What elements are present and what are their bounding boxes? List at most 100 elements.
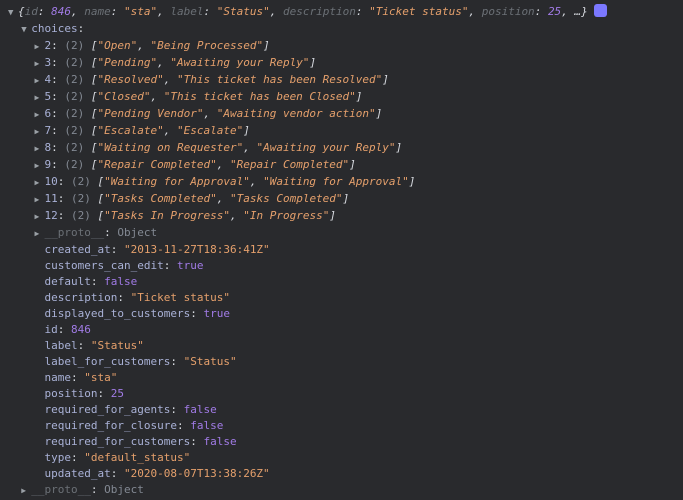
property-value: false xyxy=(104,275,137,288)
summary-position: 25 xyxy=(548,5,561,18)
property-row[interactable]: label: "Status" xyxy=(0,338,683,354)
proto-value: Object xyxy=(104,483,144,496)
property-value: true xyxy=(203,307,230,320)
property-key: displayed_to_customers xyxy=(45,307,191,320)
choice-row[interactable]: 11: (2) ["Tasks Completed", "Tasks Compl… xyxy=(0,191,683,208)
property-key: position xyxy=(45,387,98,400)
property-key: id xyxy=(45,323,58,336)
choice-row[interactable]: 10: (2) ["Waiting for Approval", "Waitin… xyxy=(0,174,683,191)
toggle-icon[interactable] xyxy=(21,21,31,38)
property-row[interactable]: id: 846 xyxy=(0,322,683,338)
property-row[interactable]: updated_at: "2020-08-07T13:38:26Z" xyxy=(0,466,683,482)
property-key: label xyxy=(45,339,78,352)
property-value: "default_status" xyxy=(84,451,190,464)
toggle-icon xyxy=(35,418,45,434)
property-key: default xyxy=(45,275,91,288)
toggle-icon xyxy=(35,274,45,290)
choice-row[interactable]: 5: (2) ["Closed", "This ticket has been … xyxy=(0,89,683,106)
choice-index: 12 xyxy=(45,209,58,222)
property-key: created_at xyxy=(45,243,111,256)
property-value: "sta" xyxy=(84,371,117,384)
property-key: description xyxy=(45,291,118,304)
property-value: "Status" xyxy=(184,355,237,368)
toggle-icon[interactable] xyxy=(35,89,45,106)
property-key: required_for_closure xyxy=(45,419,177,432)
choices-key[interactable]: choices: xyxy=(0,21,683,38)
choice-row[interactable]: 3: (2) ["Pending", "Awaiting your Reply"… xyxy=(0,55,683,72)
choice-row[interactable]: 4: (2) ["Resolved", "This ticket has bee… xyxy=(0,72,683,89)
toggle-icon xyxy=(35,466,45,482)
property-row[interactable]: label_for_customers: "Status" xyxy=(0,354,683,370)
toggle-icon xyxy=(35,322,45,338)
toggle-icon xyxy=(35,402,45,418)
property-value: false xyxy=(184,403,217,416)
property-key: customers_can_edit xyxy=(45,259,164,272)
choice-row[interactable]: 12: (2) ["Tasks In Progress", "In Progre… xyxy=(0,208,683,225)
choice-index: 11 xyxy=(45,192,58,205)
property-key: updated_at xyxy=(45,467,111,480)
summary-label: Status xyxy=(223,5,263,18)
object-summary[interactable]: {id: 846, name: "sta", label: "Status", … xyxy=(0,4,683,21)
proto-row[interactable]: __proto__: Object xyxy=(0,225,683,242)
property-row[interactable]: required_for_customers: false xyxy=(0,434,683,450)
choice-row[interactable]: 6: (2) ["Pending Vendor", "Awaiting vend… xyxy=(0,106,683,123)
property-row[interactable]: name: "sta" xyxy=(0,370,683,386)
property-value: 25 xyxy=(111,387,124,400)
toggle-icon xyxy=(35,338,45,354)
choice-row[interactable]: 9: (2) ["Repair Completed", "Repair Comp… xyxy=(0,157,683,174)
property-row[interactable]: required_for_agents: false xyxy=(0,402,683,418)
toggle-icon xyxy=(35,306,45,322)
toggle-icon[interactable] xyxy=(35,123,45,140)
property-row[interactable]: position: 25 xyxy=(0,386,683,402)
toggle-icon xyxy=(35,434,45,450)
property-value: 846 xyxy=(71,323,91,336)
choice-row[interactable]: 2: (2) ["Open", "Being Processed"] xyxy=(0,38,683,55)
property-value: "2013-11-27T18:36:41Z" xyxy=(124,243,270,256)
property-key: required_for_agents xyxy=(45,403,171,416)
property-value: false xyxy=(203,435,236,448)
toggle-icon[interactable] xyxy=(35,157,45,174)
proto-value: Object xyxy=(117,226,157,239)
choice-row[interactable]: 8: (2) ["Waiting on Requester", "Awaitin… xyxy=(0,140,683,157)
toggle-icon xyxy=(35,242,45,258)
summary-description: Ticket status xyxy=(376,5,462,18)
toggle-icon xyxy=(35,450,45,466)
object-badge-icon[interactable] xyxy=(594,4,607,17)
proto-row[interactable]: __proto__: Object xyxy=(0,482,683,499)
property-key: label_for_customers xyxy=(45,355,171,368)
toggle-icon[interactable] xyxy=(35,191,45,208)
toggle-icon xyxy=(35,354,45,370)
property-key: type xyxy=(45,451,72,464)
toggle-icon[interactable] xyxy=(35,55,45,72)
toggle-icon xyxy=(35,370,45,386)
summary-id: 846 xyxy=(51,5,71,18)
property-row[interactable]: required_for_closure: false xyxy=(0,418,683,434)
property-value: "2020-08-07T13:38:26Z" xyxy=(124,467,270,480)
toggle-icon[interactable] xyxy=(8,4,18,21)
property-row[interactable]: created_at: "2013-11-27T18:36:41Z" xyxy=(0,242,683,258)
property-value: "Ticket status" xyxy=(131,291,230,304)
property-row[interactable]: type: "default_status" xyxy=(0,450,683,466)
property-row[interactable]: customers_can_edit: true xyxy=(0,258,683,274)
choice-row[interactable]: 7: (2) ["Escalate", "Escalate"] xyxy=(0,123,683,140)
toggle-icon xyxy=(35,290,45,306)
property-value: "Status" xyxy=(91,339,144,352)
summary-name: sta xyxy=(131,5,151,18)
property-value: true xyxy=(177,259,204,272)
toggle-icon xyxy=(35,386,45,402)
toggle-icon[interactable] xyxy=(35,174,45,191)
property-row[interactable]: default: false xyxy=(0,274,683,290)
property-key: required_for_customers xyxy=(45,435,191,448)
property-value: false xyxy=(190,419,223,432)
toggle-icon[interactable] xyxy=(35,38,45,55)
property-row[interactable]: displayed_to_customers: true xyxy=(0,306,683,322)
toggle-icon[interactable] xyxy=(35,72,45,89)
toggle-icon[interactable] xyxy=(35,140,45,157)
toggle-icon[interactable] xyxy=(21,482,31,499)
toggle-icon[interactable] xyxy=(35,106,45,123)
choice-index: 10 xyxy=(45,175,58,188)
toggle-icon[interactable] xyxy=(35,208,45,225)
property-row[interactable]: description: "Ticket status" xyxy=(0,290,683,306)
toggle-icon[interactable] xyxy=(35,225,45,242)
toggle-icon xyxy=(35,258,45,274)
